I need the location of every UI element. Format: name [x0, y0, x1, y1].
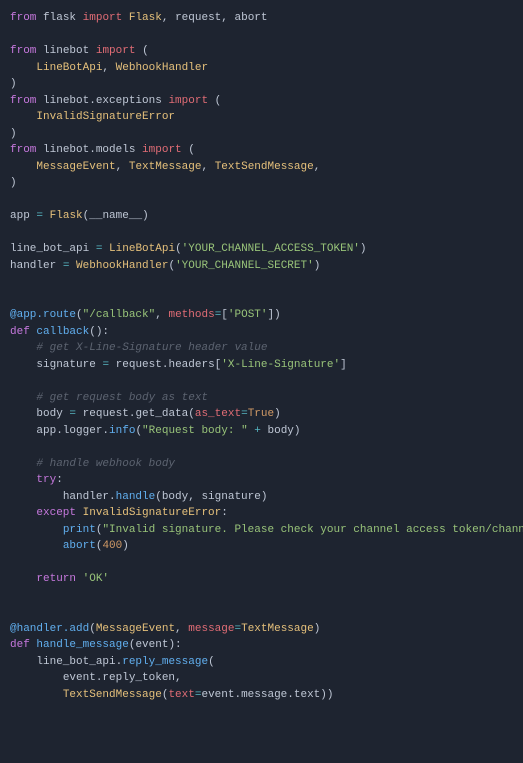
line: def handle_message(event): — [10, 639, 182, 651]
line: app.logger.info("Request body: " + body) — [10, 425, 301, 437]
line: def callback(): — [10, 326, 109, 338]
line: event.reply_token, — [10, 672, 182, 684]
line: handler.handle(body, signature) — [10, 491, 267, 503]
line: MessageEvent, TextMessage, TextSendMessa… — [10, 161, 320, 173]
line: ) — [10, 78, 17, 90]
line: return 'OK' — [10, 573, 109, 585]
line: @handler.add(MessageEvent, message=TextM… — [10, 623, 320, 635]
code-block: from flask import Flask, request, abort … — [0, 0, 523, 763]
line: TextSendMessage(text=event.message.text)… — [10, 689, 334, 701]
line: from linebot.exceptions import ( — [10, 95, 221, 107]
line: app = Flask(__name__) — [10, 210, 149, 222]
line: try: — [10, 474, 63, 486]
line: ) — [10, 128, 17, 140]
line: signature = request.headers['X-Line-Sign… — [10, 359, 347, 371]
line: ) — [10, 177, 17, 189]
line: line_bot_api.reply_message( — [10, 656, 215, 668]
line: print("Invalid signature. Please check y… — [10, 524, 523, 536]
line: body = request.get_data(as_text=True) — [10, 408, 281, 420]
keyword-from: from — [10, 12, 36, 24]
line: line_bot_api = LineBotApi('YOUR_CHANNEL_… — [10, 243, 367, 255]
line: # handle webhook body — [10, 458, 175, 470]
line: InvalidSignatureError — [10, 111, 175, 123]
line: @app.route("/callback", methods=['POST']… — [10, 309, 281, 321]
line: abort(400) — [10, 540, 129, 552]
line: LineBotApi, WebhookHandler — [10, 62, 208, 74]
line: from linebot import ( — [10, 45, 149, 57]
line: # get X-Line-Signature header value — [10, 342, 267, 354]
line: except InvalidSignatureError: — [10, 507, 228, 519]
line: from linebot.models import ( — [10, 144, 195, 156]
line: # get request body as text — [10, 392, 208, 404]
line: handler = WebhookHandler('YOUR_CHANNEL_S… — [10, 260, 320, 272]
line: from flask import Flask, request, abort — [10, 12, 268, 24]
